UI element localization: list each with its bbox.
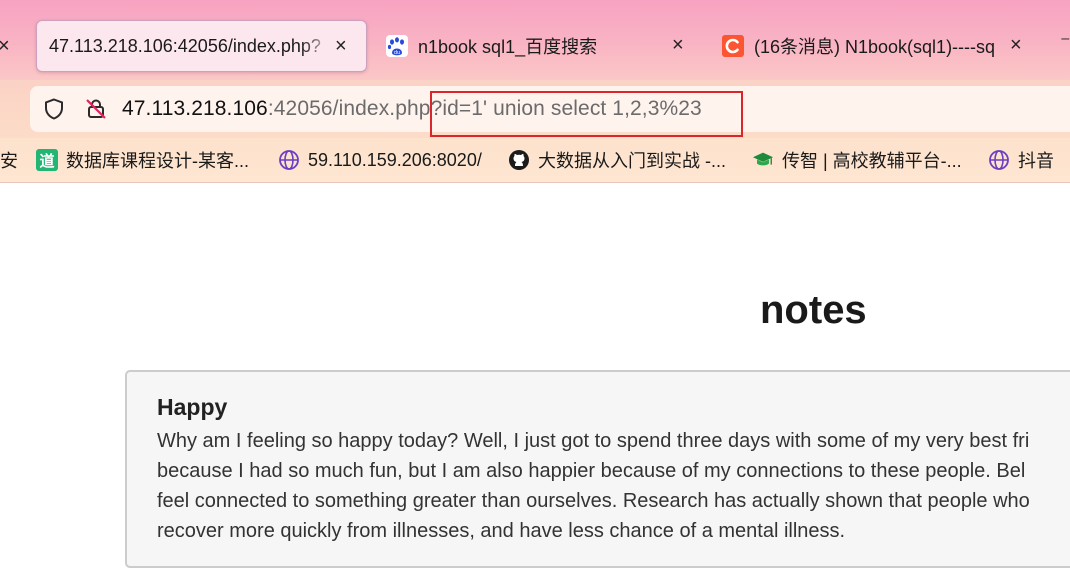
tab-strip: × 47.113.218.106:42056/index.php? × du n… (0, 0, 1070, 80)
note-card: Happy Why am I feeling so happy today? W… (125, 370, 1070, 568)
note-text-line: recover more quickly from illnesses, and… (157, 520, 846, 542)
globe-icon (988, 149, 1010, 171)
note-text-line: Why am I feeling so happy today? Well, I… (157, 430, 1030, 452)
bookmark-label: 传智 | 高校教辅平台-... (782, 151, 962, 171)
bookmark-label: 安 (0, 151, 18, 171)
svg-text:道: 道 (39, 152, 54, 170)
bookmark-bigdata-github[interactable]: 大数据从入门到实战 -... (508, 147, 726, 173)
page-title: notes (760, 288, 867, 332)
svg-text:du: du (394, 50, 400, 56)
tab-title: n1book sql1_百度搜索 (418, 37, 598, 57)
bookmark-douyin[interactable]: 抖音 (988, 147, 1054, 173)
green-dao-icon: 道 (36, 149, 58, 171)
baidu-paw-icon: du (386, 35, 408, 57)
bookmark-label: 抖音 (1018, 151, 1054, 171)
csdn-c-icon (722, 35, 744, 57)
annotation-highlight-box (430, 91, 743, 137)
bookmark-label: 数据库课程设计-某客... (66, 151, 249, 171)
tab-overflow-icon[interactable]: ⁻ (1060, 30, 1070, 55)
bookmark-database-course[interactable]: 道 数据库课程设计-某客... (36, 147, 249, 173)
insecure-lock-icon[interactable] (84, 97, 108, 126)
url-host: 47.113.218.106 (122, 97, 268, 120)
shield-icon[interactable] (42, 97, 66, 126)
tab-title: (16条消息) N1book(sql1)----sq (754, 37, 996, 57)
globe-icon (278, 149, 300, 171)
bookmark-label: 59.110.159.206:8020/ (308, 149, 482, 170)
note-text-line: because I had so much fun, but I am also… (157, 460, 1026, 482)
tab-baidu-search[interactable]: du n1book sql1_百度搜索 × (386, 20, 706, 72)
bookmark-chuanzhi[interactable]: 传智 | 高校教辅平台-... (752, 147, 962, 173)
graduation-cap-icon (752, 149, 774, 171)
note-text-line: feel connected to something greater than… (157, 490, 1030, 512)
close-icon[interactable]: × (672, 35, 684, 55)
close-icon[interactable]: × (1010, 35, 1022, 55)
tab-title: 47.113.218.106:42056/index.php? (49, 35, 321, 56)
tab-csdn[interactable]: (16条消息) N1book(sql1)----sq × (722, 20, 1052, 72)
bookmark-an[interactable]: 安 (0, 147, 18, 173)
bookmark-ip-8020[interactable]: 59.110.159.206:8020/ (278, 147, 482, 173)
note-heading: Happy (157, 394, 228, 420)
tab-index-php[interactable]: 47.113.218.106:42056/index.php? × (36, 20, 367, 72)
close-icon[interactable]: × (335, 36, 347, 56)
close-icon[interactable]: × (0, 35, 10, 58)
bookmark-label: 大数据从入门到实战 -... (538, 151, 726, 171)
github-icon (508, 149, 530, 171)
bookmarks-bar: 安 道 数据库课程设计-某客... 59.110.159.206:8020/ 大… (0, 138, 1070, 183)
